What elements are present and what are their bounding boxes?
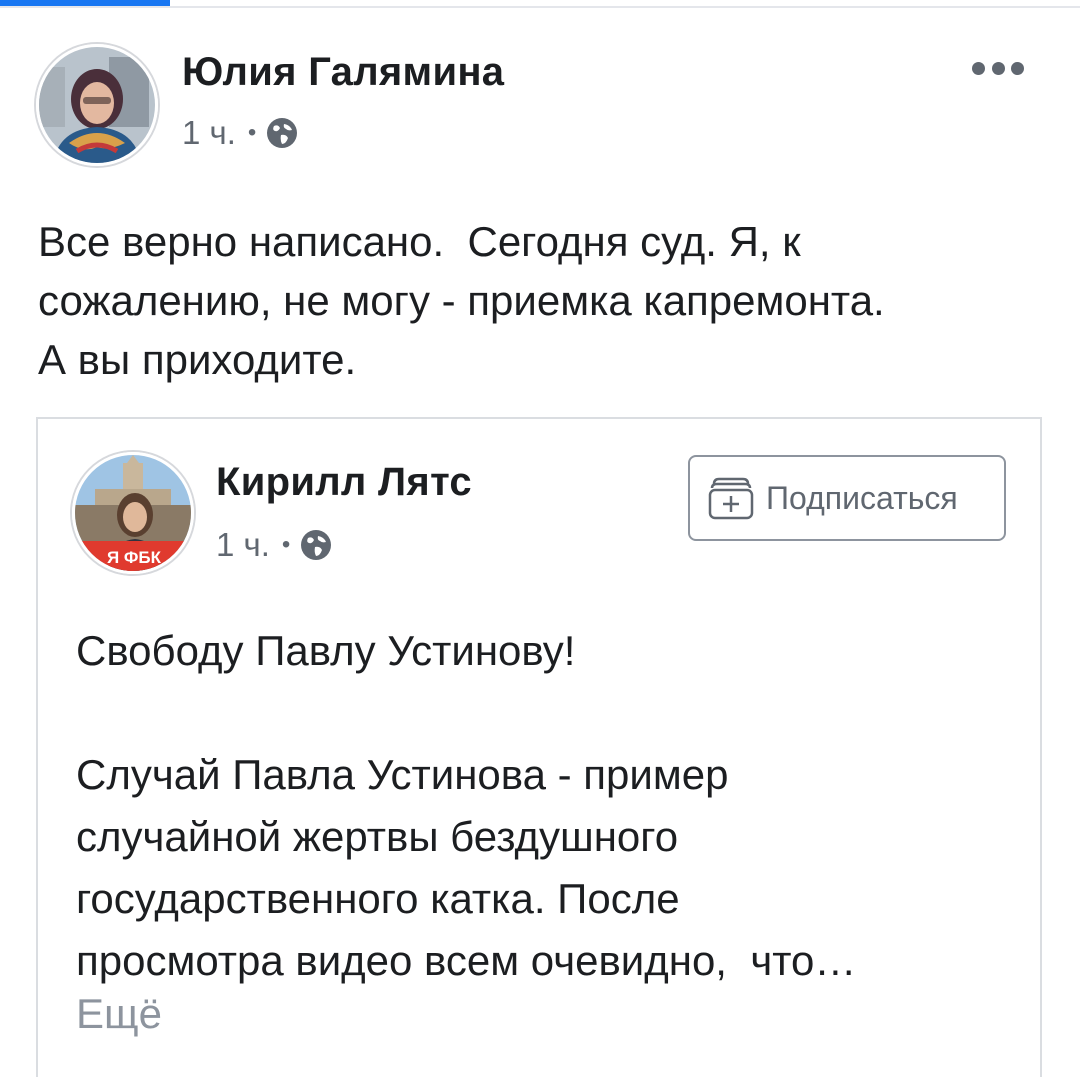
globe-icon[interactable] xyxy=(266,117,298,149)
dot xyxy=(972,61,985,75)
follow-icon xyxy=(708,477,754,520)
see-more-link[interactable]: Ещё xyxy=(76,990,162,1038)
subscribe-label: Подписаться xyxy=(766,479,958,516)
shared-author-name[interactable]: Кирилл Лятс xyxy=(216,460,472,505)
dot xyxy=(991,61,1005,75)
author-photo xyxy=(39,47,155,163)
dot xyxy=(1011,61,1024,75)
post-timestamp[interactable]: 1 ч. xyxy=(182,114,236,152)
top-divider xyxy=(0,6,1080,8)
subscribe-button[interactable]: Подписаться xyxy=(688,455,1006,541)
author-avatar[interactable] xyxy=(36,44,158,166)
fbk-badge: Я ФБК xyxy=(107,548,162,567)
meta-separator: • xyxy=(247,119,257,146)
post-meta: 1 ч. • xyxy=(182,114,298,152)
post-author-name[interactable]: Юлия Галямина xyxy=(182,50,504,95)
more-dots-icon[interactable] xyxy=(972,58,1024,78)
meta-separator: • xyxy=(281,531,291,558)
shared-post-meta: 1 ч. • xyxy=(216,526,332,564)
globe-icon[interactable] xyxy=(300,529,332,561)
post-body-text: Все верно написано. Сегодня суд. Я, к со… xyxy=(38,218,885,383)
fbk-badge-text: Я ФБК xyxy=(107,548,162,567)
shared-post-timestamp[interactable]: 1 ч. xyxy=(216,526,270,564)
shared-post-text: Свободу Павлу Устинову! Случай Павла Уст… xyxy=(76,627,857,984)
